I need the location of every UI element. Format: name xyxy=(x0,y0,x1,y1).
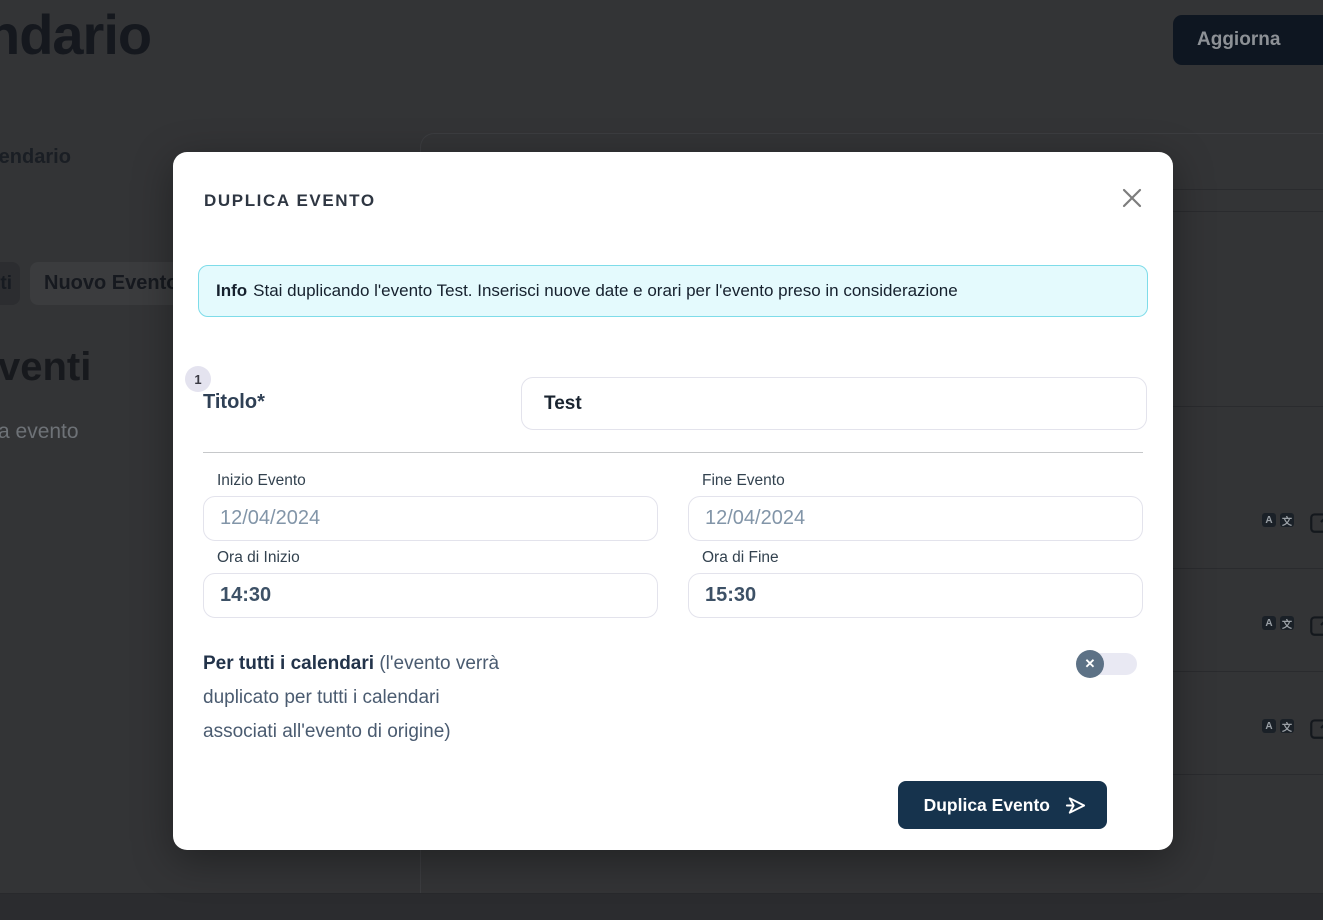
end-date-input[interactable] xyxy=(688,496,1143,541)
close-icon xyxy=(1122,188,1142,208)
translate-icon[interactable]: 文 xyxy=(1280,513,1294,528)
info-alert: Info Stai duplicando l'evento Test. Inser… xyxy=(198,265,1148,317)
translate-icon[interactable]: A xyxy=(1262,616,1276,630)
table-footer xyxy=(0,893,1323,920)
table-row: A 文 xyxy=(1262,719,1294,734)
title-field-row: 1 Titolo* xyxy=(185,366,1147,430)
end-time-label: Ora di Fine xyxy=(702,549,779,566)
search-event-text[interactable]: a evento xyxy=(0,420,79,444)
start-time-label: Ora di Inizio xyxy=(217,549,300,566)
all-calendars-toggle[interactable]: ✕ xyxy=(1076,650,1137,678)
all-calendars-label: Per tutti i calendari (l'evento verrà du… xyxy=(203,647,505,749)
title-input[interactable] xyxy=(521,377,1147,430)
close-button[interactable] xyxy=(1117,183,1147,213)
events-heading: venti xyxy=(0,345,92,389)
all-calendars-label-bold: Per tutti i calendari xyxy=(203,653,375,674)
section-divider xyxy=(203,452,1143,453)
edit-icon[interactable] xyxy=(1308,509,1323,535)
duplicate-event-dialog: DUPLICA EVENTO Info Stai duplicando l'eve… xyxy=(173,152,1173,850)
start-date-input[interactable] xyxy=(203,496,658,541)
update-calendar-button[interactable]: Aggiorna xyxy=(1173,15,1323,65)
start-date-label: Inizio Evento xyxy=(217,472,306,489)
all-calendars-row: Per tutti i calendari (l'evento verrà du… xyxy=(203,647,1137,749)
duplicate-event-button[interactable]: Duplica Evento xyxy=(897,781,1107,829)
time-fields-row: Ora di Inizio Ora di Fine xyxy=(203,549,1143,618)
end-time-input[interactable] xyxy=(688,573,1143,618)
filter-button[interactable]: ti xyxy=(0,262,20,305)
start-time-input[interactable] xyxy=(203,573,658,618)
title-field-label: Titolo* xyxy=(203,391,265,413)
date-fields-row: Inizio Evento Fine Evento xyxy=(203,472,1143,541)
duplicate-event-button-label: Duplica Evento xyxy=(923,794,1050,815)
page-title: ndario xyxy=(0,3,152,66)
translate-icon[interactable]: A xyxy=(1262,513,1276,527)
toggle-x-icon: ✕ xyxy=(1076,650,1104,678)
table-row: A 文 xyxy=(1262,513,1294,528)
translate-icon[interactable]: 文 xyxy=(1280,616,1294,631)
step-badge: 1 xyxy=(185,366,211,392)
dialog-header: DUPLICA EVENTO xyxy=(204,183,1147,213)
tab-calendario[interactable]: alendario xyxy=(0,146,71,169)
translate-icon[interactable]: A xyxy=(1262,719,1276,733)
dialog-title: DUPLICA EVENTO xyxy=(204,191,376,210)
send-icon xyxy=(1065,796,1086,814)
end-date-label: Fine Evento xyxy=(702,472,785,489)
edit-icon[interactable] xyxy=(1308,612,1323,638)
translate-icon[interactable]: 文 xyxy=(1280,719,1294,734)
info-alert-label: Info xyxy=(216,281,248,300)
edit-icon[interactable] xyxy=(1308,715,1323,741)
table-row: A 文 xyxy=(1262,616,1294,631)
info-alert-message: Stai duplicando l'evento Test. Inserisci… xyxy=(253,281,958,300)
